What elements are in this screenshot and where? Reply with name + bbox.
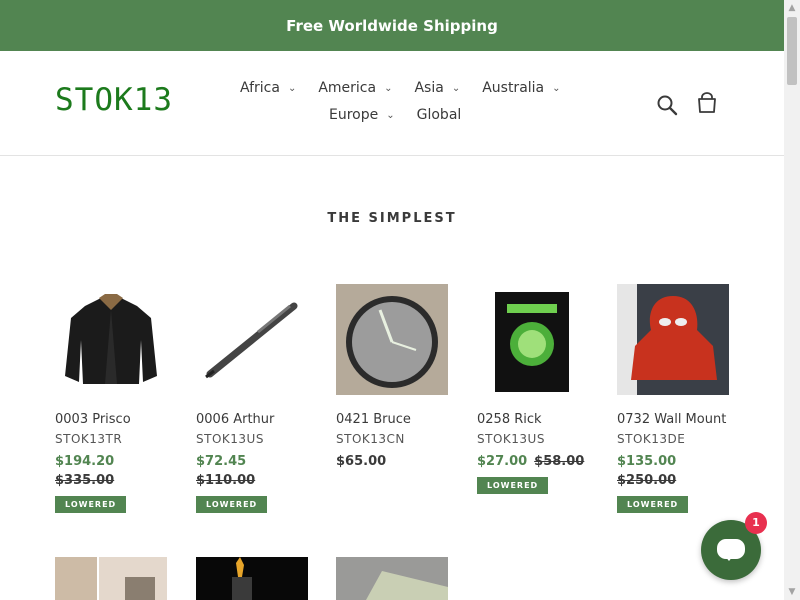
product-card[interactable]: 0732 Wall Mount STOK13DE $135.00 $250.00…	[617, 284, 729, 513]
product-prices: $27.00 $58.00	[477, 454, 589, 469]
product-title[interactable]: 0421 Bruce	[336, 412, 448, 427]
announcement-text: Free Worldwide Shipping	[286, 16, 498, 35]
product-card[interactable]: 0258 Rick STOK13US $27.00 $58.00 LOWERED	[477, 284, 589, 494]
nav-item-label: Asia	[414, 80, 444, 96]
announcement-bar: Free Worldwide Shipping	[0, 0, 784, 51]
chat-icon-tail	[724, 555, 734, 561]
nav-item-label: America	[318, 80, 377, 96]
main-nav-row-2: Europe ⌄ Global	[329, 107, 461, 123]
nav-item-america[interactable]: America ⌄	[318, 80, 392, 96]
product-vendor: STOK13US	[196, 432, 264, 446]
product-card[interactable]: 0003 Prisco STOK13TR $194.20 $335.00 LOW…	[55, 284, 167, 513]
product-image-leather-jacket[interactable]	[55, 284, 167, 395]
product-compare-price: $250.00	[617, 473, 677, 488]
chevron-down-icon: ⌄	[287, 82, 297, 94]
chevron-down-icon: ⌄	[384, 82, 393, 94]
nav-item-label: Global	[416, 107, 462, 123]
nav-item-australia[interactable]: Australia ⌄	[482, 80, 560, 96]
site-logo[interactable]: STOK13	[55, 82, 173, 118]
product-vendor: STOK13DE	[617, 432, 686, 446]
chevron-down-icon: ⌄	[386, 109, 395, 121]
product-image-partial[interactable]	[55, 557, 167, 600]
product-sale-price: $135.00	[617, 454, 677, 469]
product-compare-price: $110.00	[196, 473, 256, 488]
product-price: $65.00	[336, 454, 387, 469]
main-nav-row-1: Africa ⌄ America ⌄ Asia ⌄ Australia ⌄	[240, 80, 561, 96]
nav-item-asia[interactable]: Asia ⌄	[414, 80, 460, 96]
chat-unread-badge: 1	[745, 512, 767, 534]
product-title[interactable]: 0732 Wall Mount	[617, 412, 729, 427]
product-compare-price: $335.00	[55, 473, 115, 488]
section-title: THE SIMPLEST	[327, 211, 457, 226]
product-image-partial[interactable]	[336, 557, 448, 600]
product-title[interactable]: 0003 Prisco	[55, 412, 167, 427]
product-card[interactable]: 0421 Bruce STOK13CN $65.00	[336, 284, 448, 469]
product-vendor: STOK13US	[477, 432, 545, 446]
product-image-partial[interactable]	[196, 557, 308, 600]
product-vendor: STOK13TR	[55, 432, 123, 446]
chevron-down-icon: ⌄	[552, 82, 561, 94]
nav-item-global[interactable]: Global	[417, 107, 462, 123]
product-sale-price: $194.20	[55, 454, 115, 469]
nav-item-label: Africa	[240, 80, 280, 96]
product-image-wall-mount[interactable]	[617, 284, 729, 395]
nav-item-africa[interactable]: Africa ⌄	[240, 80, 296, 96]
scroll-up-arrow-icon[interactable]: ▲	[784, 0, 800, 16]
product-title[interactable]: 0006 Arthur	[196, 412, 308, 427]
product-image-wall-clock[interactable]	[336, 284, 448, 395]
lowered-badge: LOWERED	[55, 496, 127, 513]
product-sale-price: $72.45	[196, 454, 247, 469]
nav-item-europe[interactable]: Europe ⌄	[329, 107, 395, 123]
product-sale-price: $27.00	[477, 454, 528, 469]
search-icon[interactable]	[656, 94, 678, 116]
scrollbar-thumb[interactable]	[787, 17, 797, 85]
lowered-badge: LOWERED	[196, 496, 268, 513]
nav-item-label: Australia	[482, 80, 545, 96]
cart-icon[interactable]	[696, 92, 718, 114]
lowered-badge: LOWERED	[617, 496, 689, 513]
product-title[interactable]: 0258 Rick	[477, 412, 589, 427]
chevron-down-icon: ⌄	[451, 82, 461, 94]
product-compare-price: $58.00	[534, 454, 585, 469]
scroll-down-arrow-icon[interactable]: ▼	[784, 584, 800, 600]
product-image-pen[interactable]	[196, 284, 308, 395]
scrollbar[interactable]: ▲ ▼	[784, 0, 800, 600]
nav-item-label: Europe	[329, 107, 379, 123]
product-vendor: STOK13CN	[336, 432, 405, 446]
product-image-playing-cards[interactable]	[477, 284, 589, 395]
lowered-badge: LOWERED	[477, 477, 549, 494]
product-card[interactable]: 0006 Arthur STOK13US $72.45 $110.00 LOWE…	[196, 284, 308, 513]
site-header: STOK13 Africa ⌄ America ⌄ Asia ⌄ Austral…	[0, 51, 784, 156]
